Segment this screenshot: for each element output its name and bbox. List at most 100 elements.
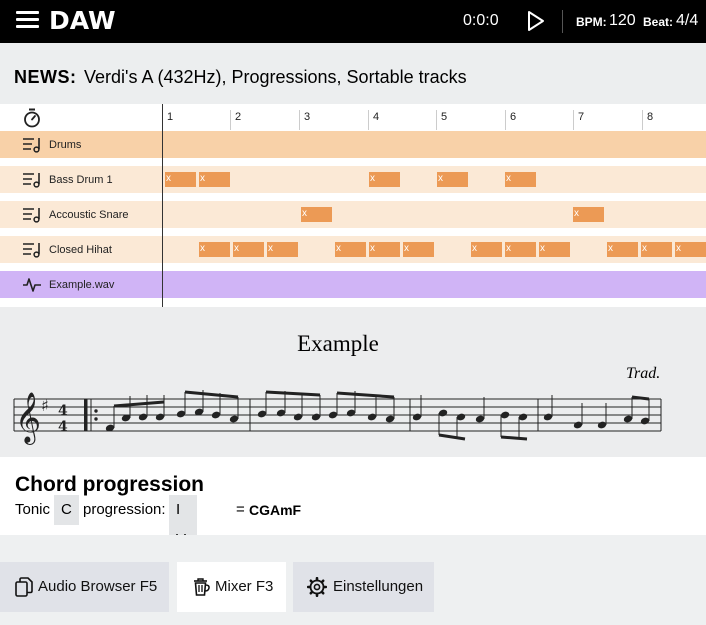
note-block[interactable]: x [301, 207, 332, 222]
track-row[interactable]: Closed Hihat x x x x x x x x x x x x [0, 236, 706, 263]
note-block[interactable]: x [675, 242, 706, 257]
note-block[interactable]: x [505, 172, 536, 187]
bpm-value[interactable]: 120 [609, 12, 636, 30]
note-label: x [200, 173, 205, 184]
note-label: x [540, 243, 545, 254]
note-label: x [404, 243, 409, 254]
note-block[interactable]: x [437, 172, 468, 187]
note-beam [265, 390, 321, 397]
track-row[interactable]: Accoustic Snare x x [0, 201, 706, 228]
bottom-panel: Audio Browser F5 Mixer F3 Einstellungen [0, 535, 706, 625]
note-label: x [506, 173, 511, 184]
note-label: x [268, 243, 273, 254]
playlist-note-icon [23, 208, 40, 223]
music-staff: 𝄞 ♯ 4 4 [13, 390, 662, 445]
note-block[interactable]: x [505, 242, 536, 257]
stopwatch-icon[interactable] [23, 108, 41, 128]
news-label: NEWS: [14, 67, 77, 87]
track-name: Closed Hihat [49, 244, 112, 256]
note-label: x [438, 173, 443, 184]
hamburger-menu-icon[interactable] [16, 10, 39, 30]
note-block[interactable]: x [573, 207, 604, 222]
note-beam [438, 433, 466, 441]
progression-label: progression: [83, 501, 166, 518]
note-label: x [608, 243, 613, 254]
note-block[interactable]: x [641, 242, 672, 257]
track-name: Drums [49, 139, 82, 151]
track-row[interactable]: Bass Drum 1 x x x x x [0, 166, 706, 193]
note-block[interactable]: x [165, 172, 196, 187]
ruler-bar-number: 5 [441, 111, 448, 123]
note-label: x [642, 243, 647, 254]
note-block[interactable]: x [369, 242, 400, 257]
timeline-ruler[interactable]: 1 2 3 4 5 6 7 8 [0, 104, 706, 130]
beat-label: Beat: [643, 15, 674, 29]
ruler-tick [230, 110, 231, 130]
tab-settings-label: Einstellungen [333, 578, 424, 595]
waveform-icon [23, 278, 41, 292]
gear-icon [307, 577, 327, 597]
track-row[interactable]: Drums [0, 131, 706, 158]
note-block[interactable]: x [369, 172, 400, 187]
note-block[interactable]: x [403, 242, 434, 257]
sequencer: 12345678 Drums Bass Drum 1 x x x x x Accoustic … [0, 104, 706, 307]
ruler-tick [368, 110, 369, 130]
ruler-bar-number: 8 [647, 111, 654, 123]
track-row[interactable]: Example.wav [0, 271, 706, 298]
playlist-note-icon [23, 138, 40, 153]
news-text: Verdi's A (432Hz), Progressions, Sortabl… [84, 67, 467, 87]
ruler-tick [299, 110, 300, 130]
tab-mixer-label: Mixer F3 [215, 578, 274, 595]
ruler-tick [573, 110, 574, 130]
svg-text:4: 4 [58, 419, 68, 435]
chord-result: CGAmF [249, 502, 302, 518]
tonic-input[interactable]: C [54, 495, 79, 525]
play-icon[interactable] [526, 10, 546, 32]
ruler-tick [436, 110, 437, 130]
note-label: x [200, 243, 205, 254]
divider [562, 10, 563, 33]
tonic-label: Tonic [15, 501, 51, 518]
app-logo: DAW [49, 6, 116, 35]
tab-settings[interactable]: Einstellungen [293, 562, 434, 612]
note-label: x [234, 243, 239, 254]
track-name: Bass Drum 1 [49, 174, 113, 186]
svg-text:4: 4 [58, 403, 68, 419]
svg-text:𝄞: 𝄞 [15, 392, 41, 445]
chord-title: Chord progression [15, 473, 205, 496]
note-beam [631, 395, 650, 401]
note-block[interactable]: x [199, 172, 230, 187]
ruler-bar-number: 3 [304, 111, 311, 123]
tab-mixer[interactable]: Mixer F3 [177, 562, 286, 612]
note-block[interactable]: x [607, 242, 638, 257]
bpm-label: BPM: [576, 15, 607, 29]
note-block[interactable]: x [471, 242, 502, 257]
note-label: x [574, 208, 579, 219]
note-beam [113, 400, 165, 408]
note-block[interactable]: x [199, 242, 230, 257]
beat-value[interactable]: 4/4 [676, 12, 698, 30]
ruler-bar-number: 7 [578, 111, 585, 123]
note-block[interactable]: x [335, 242, 366, 257]
note-block[interactable]: x [539, 242, 570, 257]
ruler-bar-number: 4 [373, 111, 380, 123]
note-block[interactable]: x [233, 242, 264, 257]
playhead[interactable] [162, 104, 163, 307]
ruler-bar-number: 1 [167, 111, 174, 123]
playlist-note-icon [23, 173, 40, 188]
files-icon [15, 577, 33, 597]
trash-mixer-icon [194, 578, 210, 596]
note-beam [184, 390, 239, 399]
sheet-music: Example Trad. 𝄞 ♯ 4 4 [0, 307, 706, 457]
ruler-tick [505, 110, 506, 130]
note-label: x [370, 243, 375, 254]
note-label: x [506, 243, 511, 254]
note-label: x [302, 208, 307, 219]
note-block[interactable]: x [267, 242, 298, 257]
ruler-tick [642, 110, 643, 130]
ruler-bar-number: 6 [510, 111, 517, 123]
track-name: Accoustic Snare [49, 209, 129, 221]
ruler-bar-number: 2 [235, 111, 242, 123]
tab-audio-browser[interactable]: Audio Browser F5 [0, 562, 169, 612]
track-name: Example.wav [49, 279, 115, 291]
